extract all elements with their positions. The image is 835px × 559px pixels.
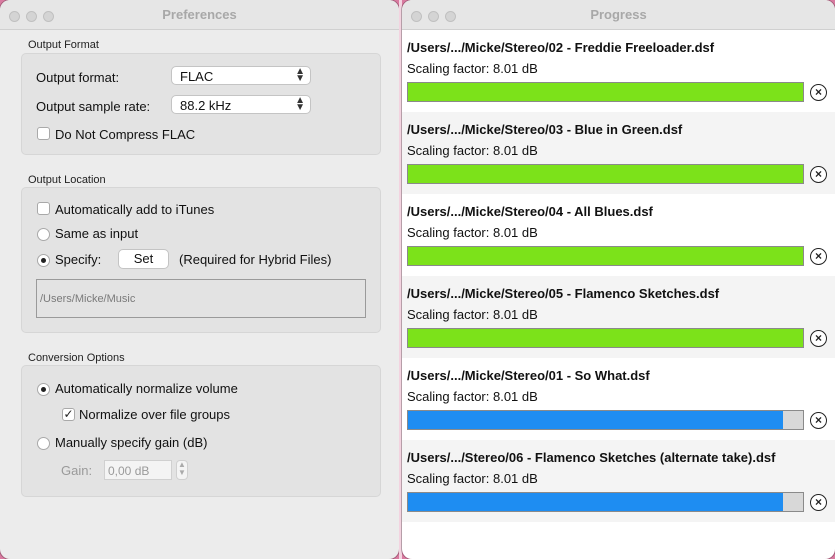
progress-bar-fill [408, 165, 803, 183]
progress-bar [407, 246, 804, 266]
hybrid-note: (Required for Hybrid Files) [179, 252, 332, 267]
auto-normalize-radio[interactable] [37, 383, 50, 396]
preferences-window: Preferences Output Format Output format:… [0, 0, 399, 559]
progress-bar-fill [408, 247, 803, 265]
conversion-section-label: Conversion Options [28, 352, 125, 364]
file-name: /Users/.../Micke/Stereo/01 - So What.dsf [407, 368, 650, 383]
progress-bar [407, 410, 804, 430]
gain-stepper[interactable]: ▲ ▼ [176, 460, 188, 480]
progress-item: /Users/.../Micke/Stereo/05 - Flamenco Sk… [402, 276, 835, 358]
specify-label: Specify: [55, 252, 102, 267]
sample-rate-select[interactable]: 88.2 kHz ▲ ▼ [171, 95, 311, 114]
progress-bar [407, 492, 804, 512]
progress-item: /Users/.../Micke/Stereo/03 - Blue in Gre… [402, 112, 835, 194]
output-path-value: /Users/Micke/Music [40, 293, 136, 305]
progress-item: /Users/.../Micke/Stereo/04 - All Blues.d… [402, 194, 835, 276]
cancel-icon[interactable]: × [810, 166, 827, 183]
progress-title: Progress [590, 7, 647, 22]
progress-titlebar: Progress [402, 0, 835, 30]
cancel-icon[interactable]: × [810, 412, 827, 429]
same-as-input-radio[interactable] [37, 228, 50, 241]
progress-bar-fill [408, 329, 803, 347]
gain-label: Gain: [61, 463, 93, 478]
same-as-input-label: Same as input [55, 226, 139, 241]
scaling-factor: Scaling factor: 8.01 dB [407, 61, 538, 76]
cancel-icon[interactable]: × [810, 494, 827, 511]
normalize-groups-label: Normalize over file groups [79, 407, 231, 422]
output-format-value: FLAC [180, 69, 214, 84]
manual-gain-radio[interactable] [37, 437, 50, 450]
progress-bar-fill [408, 411, 784, 429]
output-format-select[interactable]: FLAC ▲ ▼ [171, 66, 311, 85]
specify-radio[interactable] [37, 254, 50, 267]
do-not-compress-checkbox[interactable] [37, 127, 50, 140]
output-path-field[interactable]: /Users/Micke/Music [36, 279, 366, 318]
add-to-itunes-checkbox[interactable] [37, 202, 50, 215]
gain-input[interactable]: 0,00 dB [104, 460, 172, 480]
preferences-title: Preferences [162, 7, 237, 22]
preferences-titlebar: Preferences [0, 0, 399, 30]
output-format-section-label: Output Format [28, 39, 99, 51]
progress-bar [407, 328, 804, 348]
progress-bar [407, 164, 804, 184]
scaling-factor: Scaling factor: 8.01 dB [407, 143, 538, 158]
normalize-groups-checkbox[interactable]: ✓ [62, 408, 75, 421]
output-format-label: Output format: [36, 70, 120, 85]
add-to-itunes-label: Automatically add to iTunes [55, 202, 215, 217]
progress-window: Progress /Users/.../Micke/Stereo/02 - Fr… [402, 0, 835, 559]
scaling-factor: Scaling factor: 8.01 dB [407, 225, 538, 240]
auto-normalize-label: Automatically normalize volume [55, 381, 238, 396]
cancel-icon[interactable]: × [810, 248, 827, 265]
chevron-updown-icon: ▲ ▼ [295, 66, 305, 84]
file-name: /Users/.../Micke/Stereo/02 - Freddie Fre… [407, 40, 715, 55]
output-location-section-label: Output Location [28, 174, 106, 186]
file-name: /Users/.../Stereo/06 - Flamenco Sketches… [407, 450, 776, 465]
sample-rate-value: 88.2 kHz [180, 98, 232, 113]
cancel-icon[interactable]: × [810, 84, 827, 101]
do-not-compress-label: Do Not Compress FLAC [55, 127, 196, 142]
file-name: /Users/.../Micke/Stereo/03 - Blue in Gre… [407, 122, 683, 137]
gain-value: 0,00 dB [108, 464, 150, 478]
chevron-updown-icon: ▲ ▼ [295, 95, 305, 113]
cancel-icon[interactable]: × [810, 330, 827, 347]
file-name: /Users/.../Micke/Stereo/04 - All Blues.d… [407, 204, 653, 219]
scaling-factor: Scaling factor: 8.01 dB [407, 307, 538, 322]
progress-bar [407, 82, 804, 102]
progress-item: /Users/.../Stereo/06 - Flamenco Sketches… [402, 440, 835, 522]
progress-bar-fill [408, 493, 784, 511]
progress-item: /Users/.../Micke/Stereo/01 - So What.dsf… [402, 358, 835, 440]
sample-rate-label: Output sample rate: [36, 99, 151, 114]
set-button[interactable]: Set [118, 249, 169, 269]
scaling-factor: Scaling factor: 8.01 dB [407, 471, 538, 486]
file-name: /Users/.../Micke/Stereo/05 - Flamenco Sk… [407, 286, 720, 301]
progress-bar-fill [408, 83, 803, 101]
manual-gain-label: Manually specify gain (dB) [55, 435, 208, 450]
progress-item: /Users/.../Micke/Stereo/02 - Freddie Fre… [402, 30, 835, 112]
scaling-factor: Scaling factor: 8.01 dB [407, 389, 538, 404]
